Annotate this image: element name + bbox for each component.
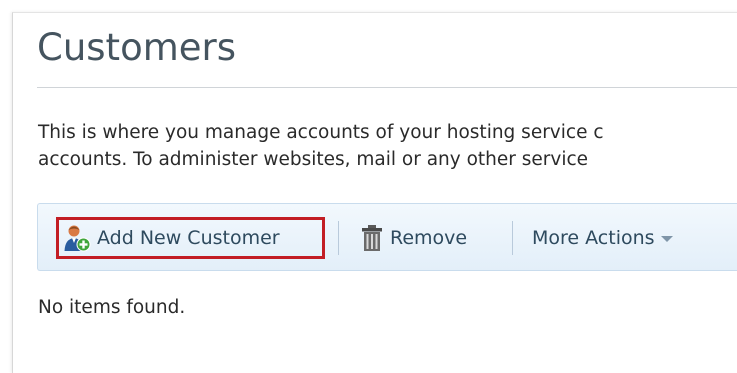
remove-button[interactable]: Remove [360,217,500,259]
remove-label: Remove [390,227,468,249]
customers-panel: Customers This is where you manage accou… [12,12,737,373]
toolbar-separator [338,221,339,255]
description-line-2: accounts. To administer websites, mail o… [38,149,589,170]
chevron-down-icon [660,236,673,242]
trash-icon [360,224,384,252]
page-title: Customers [37,26,237,69]
add-user-icon [63,224,91,252]
title-divider [37,87,737,88]
description-line-1: This is where you manage accounts of you… [38,122,604,143]
empty-state-message: No items found. [38,297,186,318]
toolbar-separator [512,221,513,255]
more-actions-label: More Actions [532,227,655,249]
toolbar: Add New Customer Remove More Actions [37,203,737,271]
add-new-customer-label: Add New Customer [97,227,280,249]
add-new-customer-button[interactable]: Add New Customer [56,217,325,259]
more-actions-dropdown[interactable]: More Actions [532,217,722,259]
page-description: This is where you manage accounts of you… [38,119,737,173]
